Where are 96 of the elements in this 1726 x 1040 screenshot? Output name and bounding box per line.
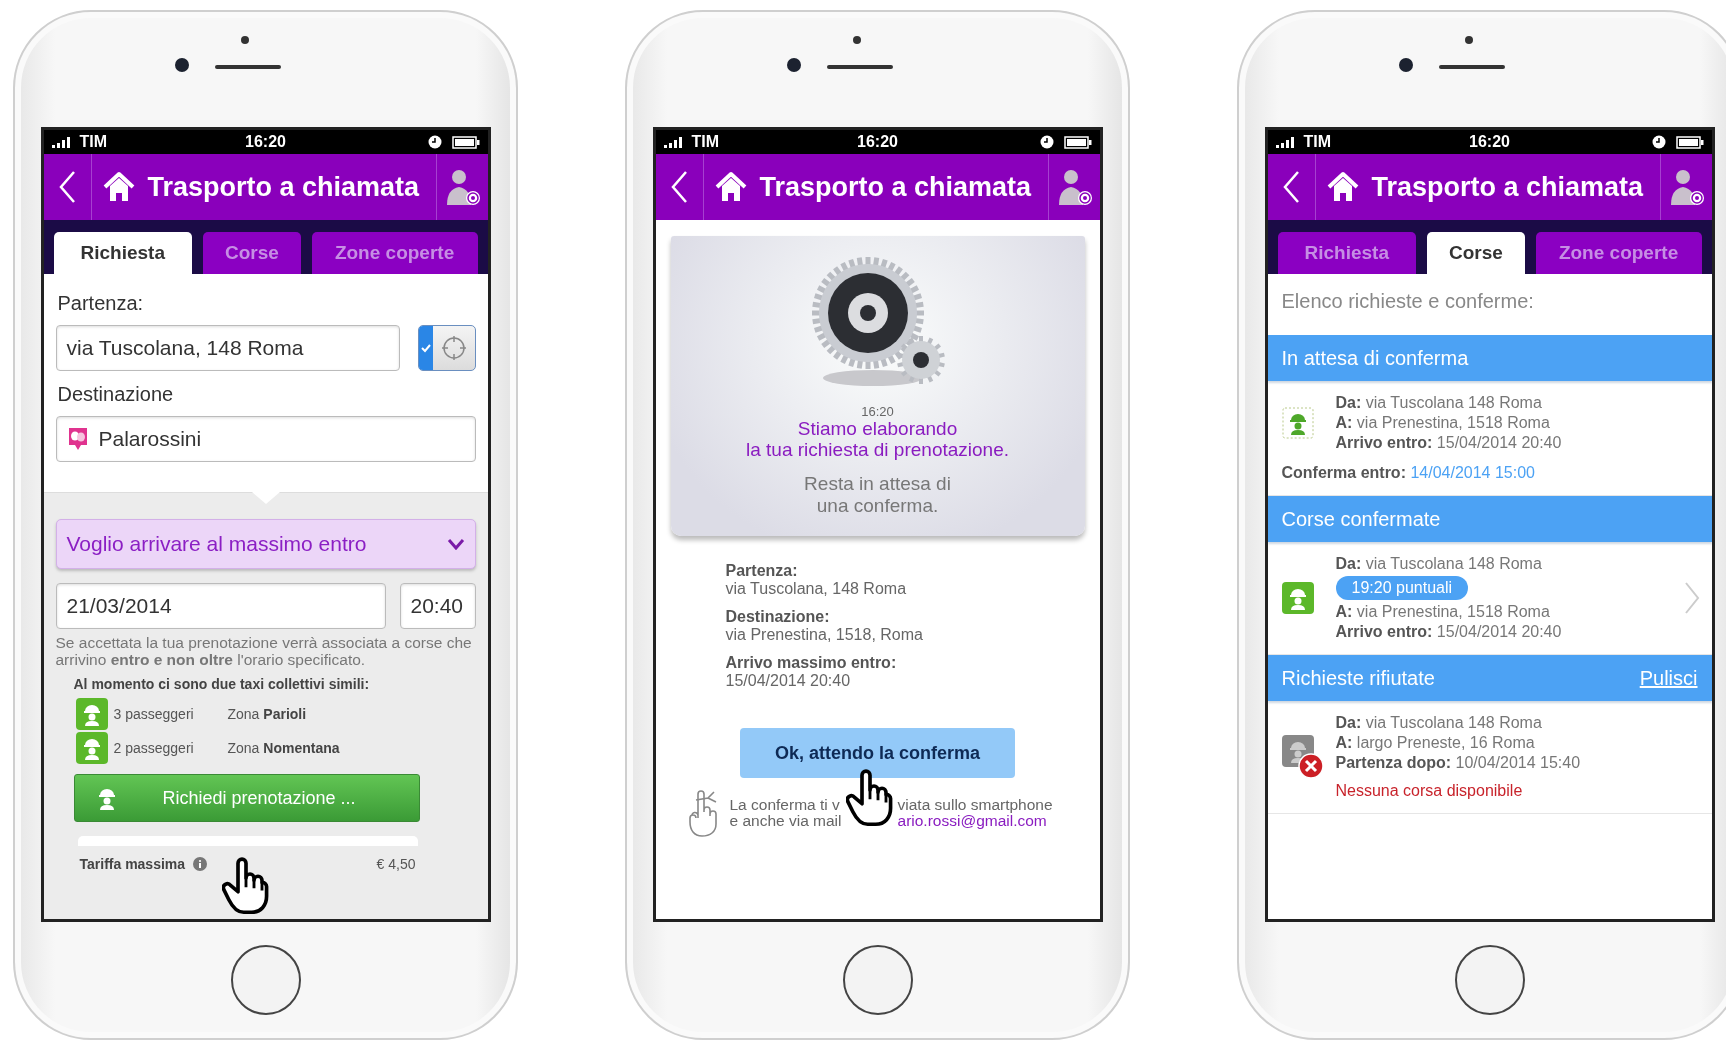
crosshair-icon bbox=[440, 335, 467, 361]
app-title: Trasporto a chiamata bbox=[1371, 171, 1645, 203]
tab[interactable]: Richiesta bbox=[53, 232, 193, 274]
wait-message: Resta in attesa di una conferma. bbox=[803, 472, 952, 517]
list-heading: Elenco richieste e conferme: bbox=[1280, 289, 1535, 314]
detail-label: Partenza: bbox=[725, 562, 799, 581]
status-time: 16:20 bbox=[245, 133, 286, 151]
processing-message: Stiamo elaborando la tua richiesta di prenotazione. bbox=[745, 419, 1010, 461]
field-label: Destinazione bbox=[57, 383, 175, 406]
home-icon[interactable] bbox=[101, 171, 136, 203]
punctuality-badge: 19:20 puntuali bbox=[1335, 576, 1469, 600]
departure-field[interactable]: via Tuscolana, 148 Roma bbox=[55, 325, 400, 371]
detail-value: 15/04/2014 20:40 bbox=[725, 672, 851, 690]
ride-row[interactable]: Da: via Tuscolana 148 Roma 19:20 puntuali A: via Prenestina, 1518 Roma Arrivo entro: 15/04/2014 20:40 bbox=[1267, 542, 1712, 655]
detail-label: Destinazione: bbox=[725, 608, 831, 627]
info-icon[interactable] bbox=[193, 857, 208, 872]
ride-detail: Da: via Tuscolana 148 Roma bbox=[1335, 714, 1542, 731]
confirm-button[interactable]: Ok, attendo la conferma bbox=[740, 728, 1015, 779]
clock-icon bbox=[427, 135, 442, 149]
theatre-masks-icon bbox=[66, 426, 89, 452]
detail-label: Arrivo massimo entro: bbox=[725, 654, 898, 673]
speaker-icon bbox=[1439, 65, 1505, 69]
battery-icon bbox=[1063, 135, 1092, 149]
camera-icon bbox=[175, 58, 189, 72]
similar-taxis-title: Al momento ci sono due taxi collettivi simili: bbox=[73, 676, 371, 693]
home-icon[interactable] bbox=[1325, 171, 1360, 203]
chevron-left-icon bbox=[1282, 170, 1300, 204]
destination-value: Palarossini bbox=[98, 427, 202, 451]
destination-field[interactable]: Palarossini bbox=[55, 416, 476, 462]
speaker-icon bbox=[827, 65, 893, 69]
time-field[interactable]: 20:40 bbox=[399, 583, 476, 629]
rejected-passenger-icon bbox=[1281, 735, 1324, 779]
carrier-name: TIM bbox=[691, 133, 720, 151]
zone-label: Zona Nomentana bbox=[227, 740, 341, 757]
confirm-deadline: 14/04/2014 15:00 bbox=[1410, 464, 1535, 481]
ride-detail: A: via Prenestina, 1518 Roma bbox=[1335, 603, 1550, 620]
section-title: Corse confermate bbox=[1281, 507, 1441, 531]
ride-detail: Partenza dopo: 10/04/2014 15:40 bbox=[1335, 754, 1581, 771]
ride-detail: A: via Prenestina, 1518 Roma bbox=[1335, 414, 1550, 431]
section-title: In attesa di conferma bbox=[1281, 346, 1469, 370]
ride-row[interactable]: Da: via Tuscolana 148 Roma A: largo Preneste, 16 Roma Partenza dopo: 10/04/2014 15:40 Nessuna corsa disponibile bbox=[1267, 701, 1712, 814]
sensor-icon bbox=[1465, 36, 1473, 44]
camera-icon bbox=[787, 58, 801, 72]
section-title: Richieste rifiutate bbox=[1281, 666, 1435, 690]
notice-text: viata sullo smartphone bbox=[897, 797, 1053, 814]
error-message: Nessuna corsa disponibile bbox=[1335, 781, 1524, 801]
battery-icon bbox=[451, 135, 480, 149]
home-icon[interactable] bbox=[713, 171, 748, 203]
sensor-icon bbox=[241, 36, 249, 44]
app-title: Trasporto a chiamata bbox=[759, 171, 1033, 203]
detail-value: via Tuscolana, 148 Roma bbox=[725, 580, 907, 598]
detail-value: via Prenestina, 1518, Roma bbox=[725, 626, 923, 644]
passenger-count: 3 passeggeri bbox=[113, 706, 195, 723]
hand-pointer-icon bbox=[221, 857, 270, 915]
speaker-icon bbox=[215, 65, 281, 69]
pointer-notch bbox=[251, 492, 280, 504]
passenger-icon bbox=[1281, 407, 1314, 439]
passenger-count: 2 passeggeri bbox=[113, 740, 195, 757]
location-toggle[interactable] bbox=[417, 325, 476, 371]
camera-icon bbox=[1399, 58, 1413, 72]
carrier-name: TIM bbox=[1303, 133, 1332, 151]
email-link[interactable]: ario.rossi@gmail.com bbox=[897, 813, 1053, 830]
status-time: 16:20 bbox=[1469, 133, 1510, 151]
ride-detail: A: largo Preneste, 16 Roma bbox=[1335, 734, 1535, 751]
ride-detail: Arrivo entro: 15/04/2014 20:40 bbox=[1335, 623, 1562, 640]
ride-detail: Arrivo entro: 15/04/2014 20:40 bbox=[1335, 434, 1562, 451]
ride-detail: Da: via Tuscolana 148 Roma bbox=[1335, 555, 1542, 572]
arrival-dropdown[interactable]: Voglio arrivare al massimo entro bbox=[55, 519, 476, 569]
battery-icon bbox=[1675, 135, 1704, 149]
clock-icon bbox=[1039, 135, 1054, 149]
passenger-icon bbox=[1281, 582, 1314, 614]
info-text: Se accettata la tua prenotazione verrà associata a corse che arrivino entro e non oltre l'orario specificato. bbox=[55, 635, 473, 669]
carrier-name: TIM bbox=[79, 133, 108, 151]
app-title: Trasporto a chiamata bbox=[147, 171, 421, 203]
zone-label: Zona Parioli bbox=[227, 706, 308, 723]
fare-value: € 4,50 bbox=[376, 856, 416, 873]
clock-icon bbox=[1651, 135, 1666, 149]
chevron-left-icon bbox=[670, 170, 688, 204]
sensor-icon bbox=[853, 36, 861, 44]
hand-pointer-icon bbox=[845, 769, 894, 828]
notice-text: e anche via mail bbox=[729, 813, 842, 830]
check-icon bbox=[420, 343, 431, 353]
passenger-icon bbox=[75, 698, 108, 731]
fare-label: Tariffa massima bbox=[79, 856, 186, 873]
passenger-icon bbox=[75, 732, 108, 765]
request-time: 16:20 bbox=[860, 404, 895, 419]
notice-text: La conferma ti v bbox=[729, 797, 841, 814]
chevron-down-icon bbox=[446, 538, 465, 550]
tab[interactable]: Corse bbox=[1427, 232, 1525, 274]
chevron-right-icon bbox=[1683, 581, 1700, 615]
ride-detail: Da: via Tuscolana 148 Roma bbox=[1335, 394, 1542, 411]
date-field[interactable]: 21/03/2014 bbox=[55, 583, 386, 629]
confirm-label: Conferma entro: bbox=[1281, 464, 1406, 481]
chevron-left-icon bbox=[58, 170, 76, 204]
status-time: 16:20 bbox=[857, 133, 898, 151]
field-label: Partenza: bbox=[57, 292, 145, 315]
